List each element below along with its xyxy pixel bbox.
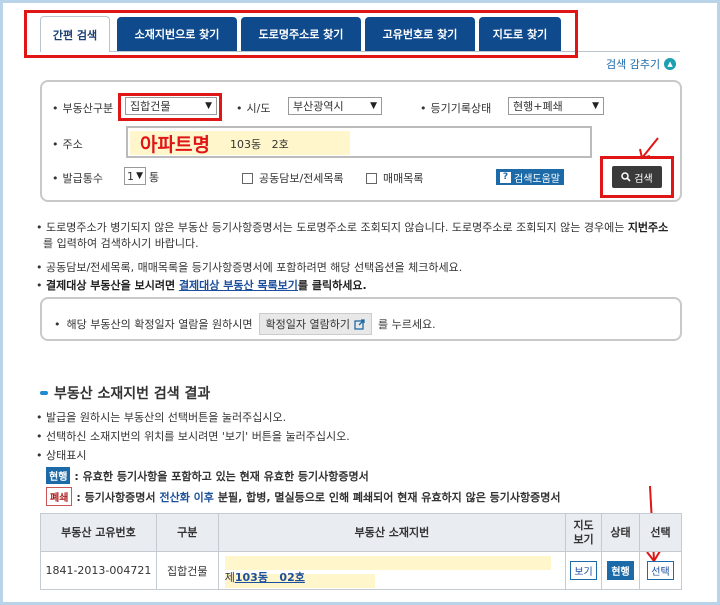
- status-legend-current: 현행 : 유효한 등기사항을 포함하고 있는 현재 유효한 등기사항증명서: [46, 467, 369, 484]
- address-prefix: 제: [224, 570, 235, 584]
- address-value: 103동 2호: [230, 138, 289, 151]
- city-label: • 시/도: [236, 102, 271, 115]
- status-badge: 현행: [607, 561, 634, 580]
- confirm-date-box: • 해당 부동산의 확정일자 열람을 원하시면 확정일자 열람하기 를 누르세요…: [40, 297, 682, 341]
- col-address: 부동산 소재지번: [217, 513, 567, 552]
- cell-type: 집합건물: [155, 551, 219, 590]
- hide-search-label: 검색 감추기: [606, 58, 661, 71]
- address-highlight-bar: [224, 556, 551, 570]
- note-payment: • 결제대상 부동산을 보시려면 결제대상 부동산 목록보기를 클릭하세요.: [36, 279, 367, 292]
- count-value: 1: [127, 169, 134, 183]
- current-badge: 현행: [46, 467, 71, 484]
- map-view-button[interactable]: 보기: [570, 561, 597, 580]
- chevron-down-icon: ▼: [370, 101, 377, 111]
- city-value: 부산광역시: [293, 100, 344, 113]
- status-select[interactable]: 현행+폐쇄 ▼: [508, 97, 604, 115]
- cell-status: 현행: [601, 551, 640, 590]
- confirm-date-button-label: 확정일자 열람하기: [265, 318, 350, 331]
- confirm-date-prefix: 해당 부동산의 확정일자 열람을 원하시면: [66, 318, 253, 331]
- address-input[interactable]: 아파트명 103동 2호: [126, 126, 592, 158]
- address-overlay-text: 아파트명: [140, 134, 210, 156]
- property-type-label: • 부동산구분: [52, 102, 114, 115]
- confirm-date-suffix: 를 누르세요.: [378, 318, 436, 331]
- results-title: 부동산 소재지번 검색 결과: [40, 383, 210, 403]
- address-label: • 주소: [52, 138, 83, 151]
- search-button-highlight: [600, 156, 674, 198]
- status-legend-closed: 폐쇄 : 등기사항증명서 전산화 이후 분필, 합병, 멸실등으로 인해 폐쇄되…: [46, 487, 561, 506]
- section-bullet-icon: [40, 391, 48, 395]
- payment-list-link[interactable]: 결제대상 부동산 목록보기: [179, 279, 298, 292]
- cell-select: 선택: [639, 551, 682, 590]
- col-unique-number: 부동산 고유번호: [40, 513, 157, 552]
- external-link-icon: [354, 318, 365, 330]
- sale-list-checkbox[interactable]: [366, 172, 377, 184]
- count-label: • 발급통수: [52, 172, 103, 185]
- table-row: 1841-2013-004721 집합건물 제103동 02호 보기 현행 선택: [40, 551, 682, 590]
- chevron-down-icon: ▼: [592, 101, 599, 111]
- count-unit: 통: [149, 171, 160, 184]
- results-note-3: • 상태표시: [36, 449, 87, 462]
- city-select[interactable]: 부산광역시 ▼: [288, 97, 382, 115]
- results-note-1: • 발급을 원하시는 부동산의 선택버튼을 눌러주십시오.: [36, 411, 287, 424]
- question-icon: ?: [500, 171, 511, 183]
- col-status: 상태: [601, 513, 640, 552]
- closed-badge: 폐쇄: [46, 487, 73, 506]
- chevron-down-icon: ▼: [136, 171, 143, 181]
- search-help-label: 검색도움말: [514, 173, 560, 185]
- status-value: 현행+폐쇄: [513, 100, 563, 113]
- joint-collateral-label: 공동담보/전세목록: [259, 172, 344, 185]
- sale-list-option[interactable]: 매매목록: [366, 170, 423, 186]
- count-select[interactable]: 1 ▼: [124, 167, 146, 185]
- cell-unique-number: 1841-2013-004721: [40, 551, 157, 590]
- sale-list-label: 매매목록: [383, 172, 424, 185]
- results-note-2: • 선택하신 소재지번의 위치를 보시려면 '보기' 버튼을 눌러주십시오.: [36, 430, 350, 443]
- results-table: 부동산 고유번호 구분 부동산 소재지번 지도 보기 상태 선택 1841-20…: [40, 513, 682, 590]
- col-type: 구분: [155, 513, 219, 552]
- cell-map: 보기: [565, 551, 603, 590]
- note-options: • 공동담보/전세목록, 매매목록을 등기사항증명서에 포함하려면 해당 선택옵…: [36, 261, 463, 274]
- cell-address: 제103동 02호: [217, 551, 567, 590]
- red-arrow-annotation: [639, 137, 659, 160]
- chevron-up-icon: ▲: [664, 58, 677, 70]
- search-help-button[interactable]: ? 검색도움말: [496, 169, 564, 185]
- note-road-address: • 도로명주소가 병기되지 않은 부동산 등기사항증명서는 도로명주소로 조회되…: [36, 221, 669, 250]
- status-label: • 등기기록상태: [420, 102, 492, 115]
- col-map: 지도 보기: [565, 513, 603, 552]
- select-button[interactable]: 선택: [647, 561, 674, 580]
- property-type-highlight: [118, 93, 222, 121]
- tabs-highlight: [24, 10, 578, 58]
- joint-collateral-checkbox[interactable]: [242, 172, 253, 184]
- joint-collateral-option[interactable]: 공동담보/전세목록: [242, 170, 344, 186]
- col-select: 선택: [639, 513, 682, 552]
- hide-search-toggle[interactable]: 검색 감추기 ▲: [606, 56, 677, 72]
- address-link[interactable]: 103동 02호: [235, 571, 305, 584]
- confirm-date-button[interactable]: 확정일자 열람하기: [258, 313, 372, 335]
